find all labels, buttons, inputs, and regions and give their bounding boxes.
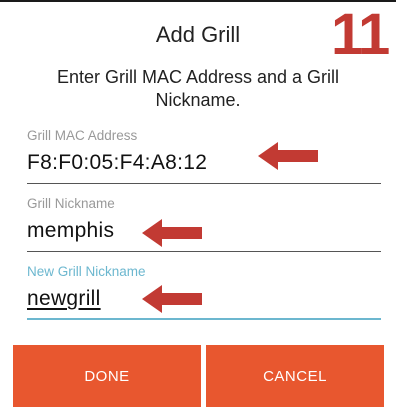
mac-address-field[interactable]: Grill MAC Address F8:F0:05:F4:A8:12 [27,128,383,184]
grill-nickname-label: Grill Nickname [27,196,115,211]
new-grill-nickname-field[interactable]: New Grill Nickname newgrill [27,264,383,320]
arrow-left-icon [142,219,202,247]
grill-nickname-field[interactable]: Grill Nickname memphis [27,196,383,252]
grill-nickname-underline [27,251,381,252]
cancel-button[interactable]: CANCEL [206,345,384,407]
arrow-left-icon [142,285,202,313]
mac-address-value[interactable]: F8:F0:05:F4:A8:12 [27,151,383,175]
new-grill-nickname-label: New Grill Nickname [27,264,146,279]
done-button[interactable]: DONE [13,345,201,407]
mac-address-underline [27,183,381,184]
grill-nickname-value[interactable]: memphis [27,219,383,243]
step-number-annotation: 11 [331,2,390,67]
arrow-left-icon [258,142,318,170]
mac-address-label: Grill MAC Address [27,128,138,143]
instructions-text: Enter Grill MAC Address and a Grill Nick… [56,67,340,110]
new-grill-nickname-underline [27,318,381,320]
new-grill-nickname-value[interactable]: newgrill [27,287,383,311]
